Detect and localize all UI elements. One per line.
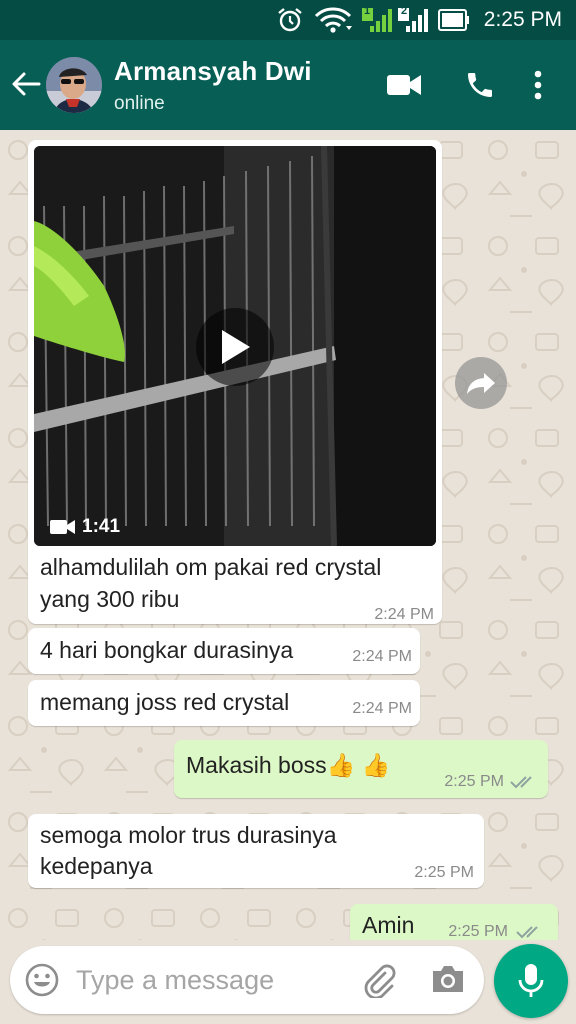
battery-icon bbox=[438, 9, 469, 31]
video-call-icon bbox=[387, 75, 421, 95]
message-text: semoga molor trus durasinya bbox=[40, 822, 337, 848]
more-vert-icon bbox=[534, 70, 542, 100]
attach-icon[interactable] bbox=[360, 962, 396, 998]
message-text: yang 300 ribu bbox=[40, 586, 180, 612]
message-text: alhamdulilah om pakai red crystal bbox=[40, 554, 382, 580]
message-bubble-outgoing[interactable]: Amin 2:25 PM bbox=[350, 904, 558, 940]
message-bubble[interactable]: memang joss red crystal 2:24 PM bbox=[28, 680, 420, 726]
back-arrow-icon bbox=[12, 72, 41, 96]
sim1-label: 1 bbox=[364, 5, 371, 17]
play-button[interactable] bbox=[196, 308, 274, 386]
avatar[interactable] bbox=[46, 57, 102, 113]
composer bbox=[0, 940, 576, 1024]
camera-icon[interactable] bbox=[430, 963, 466, 995]
sim2-label: 2 bbox=[401, 5, 408, 17]
chat-area[interactable]: 1:41 alhamdulilah om pakai red crystal y… bbox=[0, 130, 576, 940]
message-bubble[interactable]: semoga molor trus durasinya kedepanya 2:… bbox=[28, 814, 484, 888]
alarm-icon bbox=[278, 8, 302, 32]
chat-header: Armansyah Dwi online bbox=[0, 40, 576, 130]
message-time: 2:24 PM bbox=[352, 648, 412, 665]
avatar-image bbox=[46, 57, 102, 113]
contact-name[interactable]: Armansyah Dwi bbox=[114, 56, 312, 87]
message-time: 2:24 PM bbox=[352, 700, 412, 717]
read-ticks-icon bbox=[516, 926, 538, 939]
message-input[interactable] bbox=[76, 954, 346, 1006]
status-time: 2:25 PM bbox=[483, 8, 562, 31]
message-text: kedepanya bbox=[40, 853, 153, 879]
message-text: Makasih boss👍 👍 bbox=[186, 752, 391, 778]
read-ticks-icon bbox=[510, 776, 532, 789]
phone-icon bbox=[468, 73, 492, 97]
video-message[interactable]: 1:41 alhamdulilah om pakai red crystal y… bbox=[28, 140, 442, 624]
contact-status: online bbox=[114, 93, 165, 114]
back-button[interactable] bbox=[8, 64, 44, 104]
status-bar: 1 2 2:25 PM bbox=[0, 0, 576, 40]
message-time: 2:24 PM bbox=[374, 606, 434, 623]
message-bubble-outgoing[interactable]: Makasih boss👍 👍 2:25 PM bbox=[174, 740, 548, 798]
forward-button[interactable] bbox=[455, 357, 507, 409]
video-camera-icon bbox=[50, 520, 75, 534]
mic-icon bbox=[518, 964, 544, 997]
message-text: Amin bbox=[362, 912, 415, 938]
emoji-icon[interactable] bbox=[24, 962, 60, 998]
message-time: 2:25 PM bbox=[448, 923, 508, 940]
wifi-icon bbox=[314, 7, 352, 33]
play-icon bbox=[222, 330, 250, 364]
voice-call-button[interactable] bbox=[460, 66, 500, 104]
message-time: 2:25 PM bbox=[414, 864, 474, 881]
message-time: 2:25 PM bbox=[444, 773, 504, 790]
mic-button[interactable] bbox=[494, 944, 568, 1018]
more-options-button[interactable] bbox=[524, 66, 552, 104]
message-bubble[interactable]: 4 hari bongkar durasinya 2:24 PM bbox=[28, 628, 420, 674]
message-input-container bbox=[10, 946, 484, 1014]
message-text: 4 hari bongkar durasinya bbox=[40, 637, 294, 663]
video-call-button[interactable] bbox=[384, 66, 424, 104]
forward-icon bbox=[467, 373, 495, 394]
video-duration: 1:41 bbox=[82, 516, 121, 537]
video-thumbnail[interactable]: 1:41 bbox=[34, 146, 436, 546]
message-text: memang joss red crystal bbox=[40, 689, 290, 715]
